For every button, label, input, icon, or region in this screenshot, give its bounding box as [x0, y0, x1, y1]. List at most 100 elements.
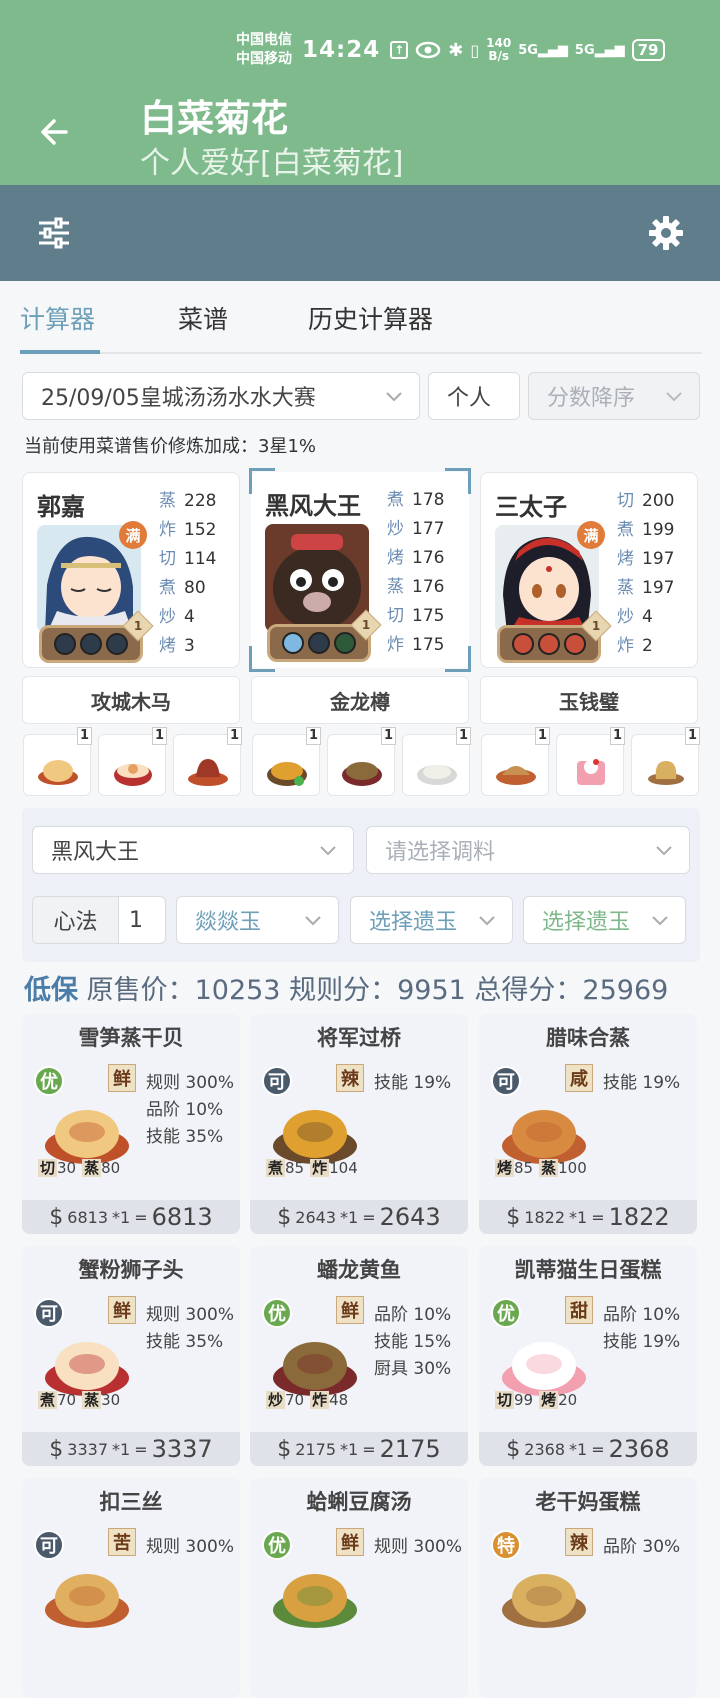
recipe-slot[interactable]: 1 [327, 727, 396, 796]
grade-badge: 可 [262, 1066, 292, 1096]
jade-select-1[interactable]: 燚燚玉 [176, 896, 339, 944]
chef-name: 郭嘉 [37, 493, 85, 521]
chef-card-selected[interactable]: 黑风大王 1 煮 178 炒 177 烤 176 蒸 176 切 175 炸 175 [249, 468, 471, 672]
tab-calculator[interactable]: 计算器 [20, 300, 95, 336]
recipe-slot[interactable]: 1 [252, 727, 321, 796]
bluetooth-icon: ✱ [448, 39, 464, 61]
tab-history[interactable]: 历史计算器 [308, 300, 433, 336]
recipe-card[interactable]: 蟠龙黄鱼 优 鲜 品阶 10% 技能 15% 厨具 30% 炒 70 炸 48 $2175… [250, 1246, 468, 1466]
recipe-card[interactable]: 蛤蜊豆腐汤 优 鲜 规则 300% $= [250, 1478, 468, 1698]
tab-recipes[interactable]: 菜谱 [178, 300, 228, 336]
skill-req: 炒 70 [266, 1391, 305, 1409]
chef-skills: 煮 178 炒 177 烤 176 蒸 176 切 175 炸 175 [387, 490, 445, 655]
jade-select-2[interactable]: 选择遗玉 [350, 896, 513, 944]
mode-button[interactable]: 个人 [428, 372, 520, 420]
chef-card[interactable]: 三太子 满 1 切 200 煮 199 烤 197 蒸 197 炒4 炸2 [480, 472, 698, 668]
recipe-card[interactable]: 老干妈蛋糕 特 辣 品阶 30% $= [479, 1478, 697, 1698]
recipe-slot[interactable]: 1 [631, 727, 700, 796]
xinfa-value[interactable]: 1 [119, 908, 143, 933]
recipe-card[interactable]: 雪笋蒸干贝 优 鲜 规则 300% 品阶 10% 技能 35% 切 30 蒸 80 $68… [22, 1014, 240, 1234]
carrier-2: 中国移动 [236, 51, 292, 67]
recipe-card[interactable]: 凯蒂猫生日蛋糕 优 甜 品阶 10% 技能 19% 切 99 烤 20 $2368 *1 =… [479, 1246, 697, 1466]
price-row: $6813 *1 = 6813 [22, 1200, 240, 1234]
effect-line: 技能 35% [146, 1127, 224, 1147]
grade-badge: 优 [491, 1298, 521, 1328]
recipe-slot[interactable]: 1 [402, 727, 471, 796]
chef-select[interactable]: 黑风大王 [32, 826, 354, 874]
effect-line: 技能 15% [374, 1332, 452, 1352]
effect-line: 技能 19% [603, 1073, 681, 1093]
effect-line: 规则 300% [146, 1305, 235, 1325]
filter-sliders-icon[interactable] [36, 215, 72, 251]
recipe-slot[interactable]: 1 [98, 727, 167, 796]
back-arrow-icon[interactable] [36, 114, 72, 150]
chevron-down-icon [656, 846, 672, 856]
gear-icon[interactable] [648, 215, 684, 251]
recipe-name: 蟠龙黄鱼 [317, 1258, 401, 1282]
dish-icon [267, 762, 307, 786]
dish-icon [114, 764, 152, 786]
effect-line: 规则 300% [146, 1073, 235, 1093]
recipe-slot[interactable]: 1 [173, 727, 242, 796]
chevron-down-icon [386, 392, 402, 402]
chevron-down-icon [666, 392, 682, 402]
dish-icon [496, 766, 536, 785]
xinfa-field[interactable]: 心法 1 [32, 896, 166, 944]
dish-icon [417, 765, 457, 785]
equipment-slot[interactable]: 金龙樽 [251, 676, 469, 724]
grade-badge: 优 [34, 1066, 64, 1096]
network-speed: 140 B/s [486, 36, 512, 63]
effect-list: 规则 300% 技能 35% [146, 1302, 234, 1356]
skill-requirements: 煮 70 蒸 30 [38, 1389, 120, 1410]
upload-icon: ↑ [390, 41, 409, 59]
recipe-card[interactable]: 蟹粉狮子头 可 鲜 规则 300% 技能 35% 煮 70 蒸 30 $3337 *1 = 3… [22, 1246, 240, 1466]
contest-select[interactable]: 25/09/05皇城汤汤水水大赛 [22, 372, 420, 420]
recipe-slot[interactable]: 1 [556, 727, 625, 796]
flavor-badge: 鲜 [108, 1296, 136, 1324]
recipe-name: 凯蒂猫生日蛋糕 [514, 1258, 662, 1282]
skill-req: 烤 20 [539, 1391, 578, 1409]
price-row: $2643 *1 = 2643 [250, 1200, 468, 1234]
grade-badge: 可 [491, 1066, 521, 1096]
skill-req: 切 99 [495, 1391, 534, 1409]
carrier-names: 中国电信 中国移动 [236, 31, 298, 69]
status-bar: 中国电信 中国移动 14:24 ↑ ✱ ▯ 140 B/s 5G▂▄▆ 5G▂▄▆… [236, 30, 676, 70]
effect-list: 品阶 10% 技能 15% 厨具 30% [374, 1302, 451, 1383]
skill-req: 烤 85 [495, 1159, 534, 1177]
chef-card[interactable]: 郭嘉 满 1 蒸 228 炸 152 切 114 煮 80 炒4 烤3 [22, 472, 240, 668]
chef-skills: 切 200 煮 199 烤 197 蒸 197 炒4 炸2 [617, 491, 675, 656]
recipe-card[interactable]: 将军过桥 可 辣 技能 19% 煮 85 炸 104 $2643 *1 = 2643 [250, 1014, 468, 1234]
grade-badge: 优 [262, 1298, 292, 1328]
recipe-card[interactable]: 扣三丝 可 苦 规则 300% $= [22, 1478, 240, 1698]
equipment-slot[interactable]: 攻城木马 [22, 676, 240, 724]
selection-corner [445, 646, 471, 672]
recipe-slot[interactable]: 1 [23, 727, 92, 796]
signal-2-icon: 5G▂▄▆ [574, 42, 625, 58]
recipe-card[interactable]: 腊味合蒸 可 咸 技能 19% 烤 85 蒸 100 $1822 *1 = 1822 [479, 1014, 697, 1234]
sort-select[interactable]: 分数降序 [528, 372, 700, 420]
price-row: $1822 *1 = 1822 [479, 1200, 697, 1234]
skill-req: 炸 104 [310, 1159, 358, 1177]
seasoning-select[interactable]: 请选择调料 [366, 826, 690, 874]
effect-list: 品阶 10% 技能 19% [603, 1302, 680, 1356]
chef-avatar [265, 524, 369, 632]
bonus-note: 当前使用菜谱售价修炼加成：3星1% [24, 436, 317, 457]
jade-select-3[interactable]: 选择遗玉 [523, 896, 686, 944]
effect-line: 品阶 10% [603, 1305, 681, 1325]
flavor-badge: 鲜 [108, 1064, 136, 1092]
equipment-slot[interactable]: 玉钱璧 [480, 676, 698, 724]
skill-req: 蒸 30 [82, 1391, 121, 1409]
battery-icon: 79 [631, 39, 665, 61]
flavor-badge: 辣 [565, 1528, 593, 1556]
active-tab-indicator [20, 350, 100, 354]
effect-line: 技能 35% [146, 1332, 224, 1352]
dish-icon [502, 1574, 586, 1628]
recipe-slot[interactable]: 1 [481, 727, 550, 796]
recipe-name: 蟹粉狮子头 [78, 1258, 184, 1282]
carrier-1: 中国电信 [236, 32, 292, 48]
recipe-name: 蛤蜊豆腐汤 [306, 1490, 412, 1514]
skill-requirements: 切 30 蒸 80 [38, 1157, 120, 1178]
flavor-badge: 辣 [336, 1064, 364, 1092]
xinfa-label: 心法 [33, 897, 119, 943]
grade-badge: 优 [262, 1530, 292, 1560]
